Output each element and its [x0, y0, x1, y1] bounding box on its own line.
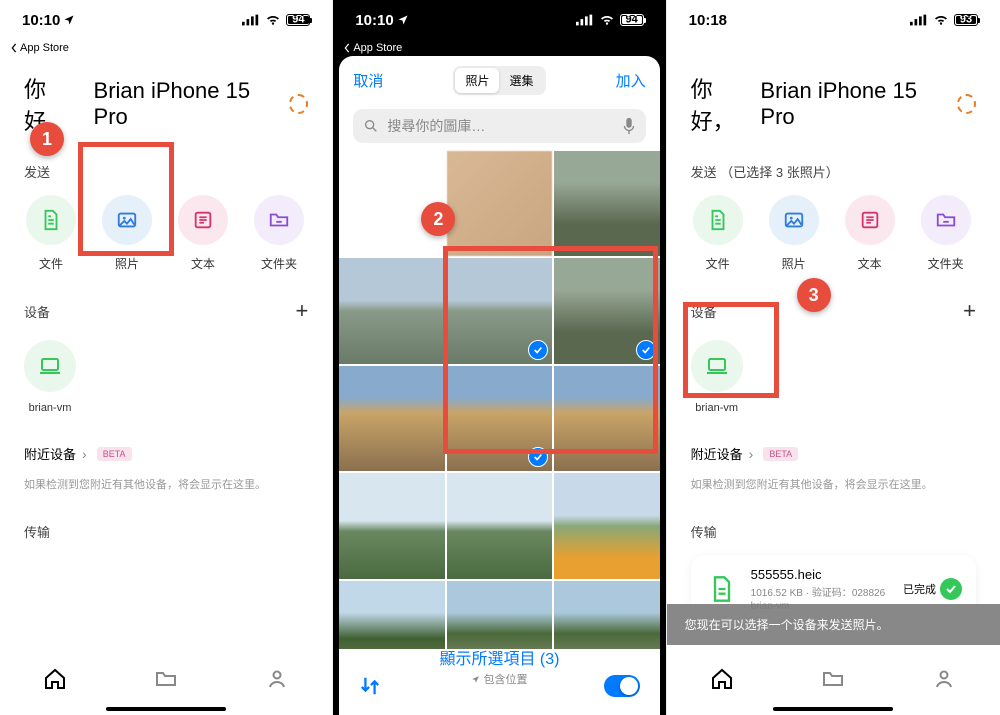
add-device-button[interactable]: +	[963, 298, 976, 324]
check-circle-icon	[940, 578, 962, 600]
status-bar: 10:18 93	[667, 0, 1000, 40]
file-meta: 1016.52 KB · 验证码：028826	[751, 584, 891, 599]
back-to-app[interactable]: App Store	[10, 42, 69, 54]
screen-1-home: 10:10 94 App Store 你好，Brian iPhone 15 Pr…	[0, 0, 333, 715]
add-device-button[interactable]: +	[295, 298, 308, 324]
action-folder[interactable]: 文件夹	[919, 195, 973, 272]
action-files[interactable]: 文件	[24, 195, 78, 272]
photo-icon	[783, 209, 805, 231]
photo-cell[interactable]	[339, 473, 444, 578]
spinner-icon	[289, 94, 308, 114]
folder-icon	[935, 209, 957, 231]
file-icon	[707, 209, 729, 231]
cellular-icon	[576, 14, 594, 26]
status-time: 10:10	[22, 12, 60, 29]
laptop-icon	[38, 354, 62, 378]
photo-cell[interactable]	[339, 366, 444, 471]
chevron-right-icon: ›	[749, 446, 754, 462]
wifi-icon	[265, 14, 281, 26]
sort-icon[interactable]	[359, 675, 381, 697]
chevron-left-icon	[10, 43, 18, 53]
photo-cell[interactable]	[447, 151, 552, 256]
tab-home-icon[interactable]	[710, 667, 734, 691]
action-text[interactable]: 文本	[176, 195, 230, 272]
status-time: 10:18	[689, 12, 727, 29]
tab-photos[interactable]: 照片	[455, 68, 499, 93]
text-icon	[859, 209, 881, 231]
add-button[interactable]: 加入	[616, 70, 646, 91]
screen-2-picker: 10:10 94 App Store 取消 照片 選集 加入	[333, 0, 666, 715]
annotation-badge-1: 1	[30, 122, 64, 156]
tab-home-icon[interactable]	[43, 667, 67, 691]
text-icon	[192, 209, 214, 231]
home-indicator	[773, 707, 893, 711]
wifi-icon	[933, 14, 949, 26]
chevron-left-icon	[343, 43, 351, 53]
tab-folder-icon[interactable]	[821, 667, 845, 691]
folder-icon	[268, 209, 290, 231]
file-icon	[708, 575, 736, 603]
search-icon	[363, 118, 379, 134]
annotation-frame-3	[683, 302, 779, 398]
segment-control[interactable]: 照片 選集	[453, 66, 545, 95]
show-selected-button[interactable]: 顯示所選項目 (3)	[339, 645, 659, 669]
status-done: 已完成	[903, 578, 962, 600]
cellular-icon	[242, 14, 260, 26]
search-input[interactable]: 搜尋你的圖庫…	[353, 109, 645, 143]
transfer-label: 传输	[24, 522, 308, 541]
chevron-right-icon: ›	[82, 446, 87, 462]
battery-icon: 94	[286, 14, 310, 26]
battery-icon: 94	[620, 14, 644, 26]
battery-icon: 93	[954, 14, 978, 26]
tab-profile-icon[interactable]	[932, 667, 956, 691]
action-files[interactable]: 文件	[691, 195, 745, 272]
status-bar: 10:10 94	[333, 0, 665, 40]
wifi-icon	[599, 14, 615, 26]
location-arrow-icon	[63, 14, 75, 26]
toast-banner: 您现在可以选择一个设备来发送照片。	[667, 604, 1000, 645]
nearby-desc: 如果检测到您附近有其他设备，将会显示在这里。	[691, 477, 976, 494]
nearby-devices[interactable]: 附近设备 › BETA	[691, 444, 976, 463]
file-name: 555555.heic	[751, 567, 891, 582]
back-to-app[interactable]: App Store	[343, 42, 402, 54]
toggle-switch[interactable]	[604, 675, 640, 697]
greeting: 你好，Brian iPhone 15 Pro	[691, 72, 976, 136]
tab-bar	[667, 651, 1000, 707]
send-actions: 文件 照片 文本 文件夹	[691, 195, 976, 272]
transfer-label: 传输	[691, 522, 976, 541]
cellular-icon	[910, 14, 928, 26]
mic-icon[interactable]	[622, 117, 636, 135]
send-label: 发送 （已选择 3 张照片）	[691, 162, 976, 181]
location-arrow-icon	[397, 14, 409, 26]
device-item[interactable]: brian-vm	[24, 340, 76, 414]
photo-cell[interactable]	[339, 258, 444, 363]
home-indicator	[106, 707, 226, 711]
annotation-badge-3: 3	[797, 278, 831, 312]
spinner-icon	[957, 94, 976, 114]
tab-bar	[0, 651, 332, 707]
photo-cell[interactable]	[554, 151, 659, 256]
photo-cell[interactable]	[447, 473, 552, 578]
cancel-button[interactable]: 取消	[353, 70, 383, 91]
annotation-frame-2	[443, 246, 658, 454]
tab-profile-icon[interactable]	[265, 667, 289, 691]
action-photos[interactable]: 照片	[767, 195, 821, 272]
nearby-devices[interactable]: 附近设备 › BETA	[24, 444, 308, 463]
status-bar: 10:10 94	[0, 0, 332, 40]
action-text[interactable]: 文本	[843, 195, 897, 272]
action-folder[interactable]: 文件夹	[252, 195, 306, 272]
greeting: 你好，Brian iPhone 15 Pro	[24, 72, 308, 136]
devices-header: 设备 +	[24, 298, 308, 324]
tab-folder-icon[interactable]	[154, 667, 178, 691]
annotation-frame-1	[78, 142, 174, 256]
home-indicator	[439, 707, 559, 711]
nearby-desc: 如果检测到您附近有其他设备，将会显示在这里。	[24, 477, 308, 494]
photo-cell[interactable]	[554, 473, 659, 578]
photo-picker-sheet: 取消 照片 選集 加入 搜尋你的圖庫…	[339, 56, 659, 715]
tab-albums[interactable]: 選集	[499, 68, 543, 93]
file-icon	[40, 209, 62, 231]
status-time: 10:10	[355, 12, 393, 29]
screen-3-transfer: 10:18 93 你好，Brian iPhone 15 Pro 发送 （已选择 …	[667, 0, 1000, 715]
